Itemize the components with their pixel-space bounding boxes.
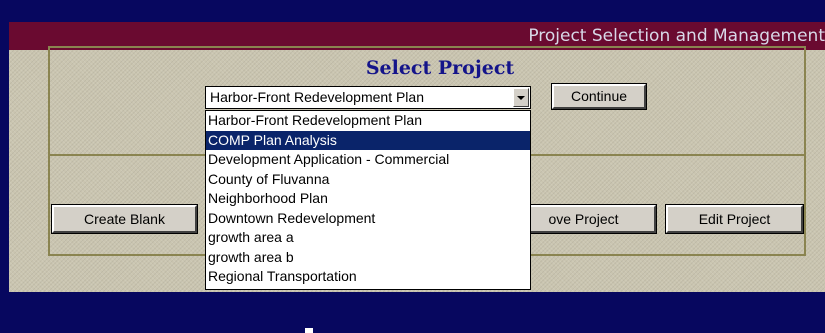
screen: Project Selection and Management Select …: [0, 0, 825, 333]
dropdown-option[interactable]: growth area b: [206, 248, 530, 268]
dropdown-option[interactable]: Regional Transportation: [206, 267, 530, 287]
project-dropdown-list[interactable]: Harbor-Front Redevelopment Plan COMP Pla…: [205, 110, 531, 290]
create-blank-button[interactable]: Create Blank: [52, 205, 197, 233]
dropdown-option[interactable]: Development Application - Commercial: [206, 150, 530, 170]
chevron-down-icon[interactable]: [513, 88, 529, 107]
project-select[interactable]: Harbor-Front Redevelopment Plan: [205, 86, 531, 109]
project-select-value: Harbor-Front Redevelopment Plan: [210, 89, 424, 105]
dropdown-option[interactable]: COMP Plan Analysis: [206, 130, 530, 150]
cursor-mark: [305, 328, 313, 333]
continue-button[interactable]: Continue: [552, 84, 646, 109]
dropdown-option[interactable]: Harbor-Front Redevelopment Plan: [206, 111, 530, 131]
dropdown-option[interactable]: growth area a: [206, 228, 530, 248]
dropdown-option[interactable]: Downtown Redevelopment: [206, 209, 530, 229]
dropdown-option[interactable]: County of Fluvanna: [206, 170, 530, 190]
remove-project-button[interactable]: ove Project: [511, 205, 656, 233]
edit-project-button[interactable]: Edit Project: [666, 205, 803, 233]
select-project-heading: Select Project: [365, 57, 515, 79]
dropdown-option[interactable]: Neighborhood Plan: [206, 189, 530, 209]
